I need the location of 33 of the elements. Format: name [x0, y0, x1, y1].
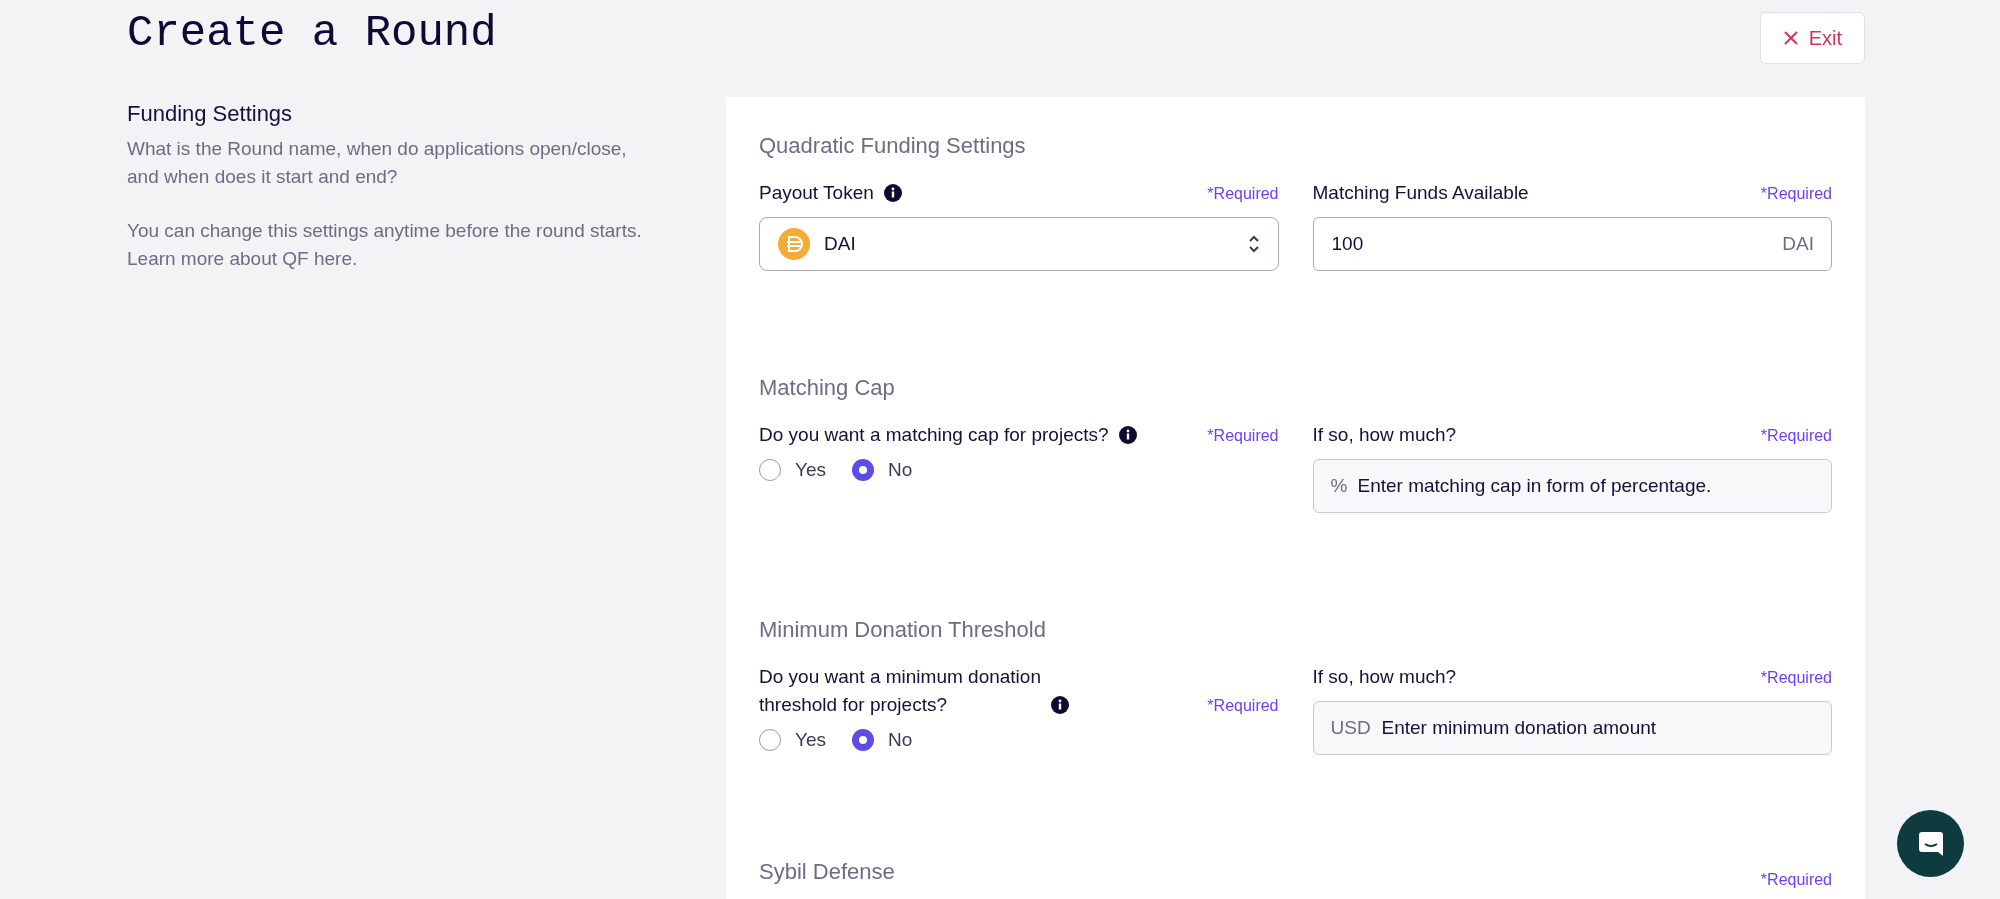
required-note: *Required	[1760, 185, 1832, 204]
section-title: Minimum Donation Threshold	[759, 617, 1046, 643]
field-label: Payout Token	[759, 181, 874, 205]
required-note: *Required	[1760, 871, 1832, 890]
section-title: Sybil Defense	[759, 859, 895, 885]
intro-text: You can change this settings anytime before the round starts. Learn more about QF here.	[127, 219, 643, 271]
chevron-updown-icon	[1247, 234, 1260, 254]
intro-heading: Funding Settings	[127, 101, 294, 127]
field-label: If so, how much?	[1312, 423, 1457, 447]
unit-prefix: %	[1330, 475, 1348, 497]
field-label: If so, how much?	[1312, 665, 1457, 689]
section-title: Matching Cap	[759, 375, 895, 401]
unit-suffix: DAI	[1782, 233, 1814, 255]
radio-option[interactable]: Yes	[759, 459, 826, 481]
required-note: *Required	[1207, 185, 1279, 204]
intro-text: What is the Round name, when do applications open/close, and when does it start and end?	[127, 137, 628, 189]
coin-icon	[778, 228, 810, 260]
field-label: Matching Funds Available	[1312, 181, 1529, 205]
required-note: *Required	[1207, 427, 1279, 446]
close-icon	[1782, 30, 1799, 46]
required-note: *Required	[1207, 697, 1279, 716]
required-note: *Required	[1760, 669, 1832, 688]
required-note: *Required	[1760, 427, 1832, 446]
exit-button[interactable]: Exit	[1759, 12, 1865, 64]
field-label: Do you want a minimum donation threshold for projects?	[759, 665, 1041, 717]
radio-option[interactable]: No	[852, 459, 913, 481]
token-select[interactable]: DAI	[759, 217, 1279, 271]
field-label: Do you want a matching cap for projects?	[759, 423, 1109, 447]
unit-prefix: USD	[1330, 717, 1371, 739]
page-title: Create a Round	[127, 8, 497, 58]
radio-option[interactable]: No	[852, 729, 913, 751]
radio-option[interactable]: Yes	[759, 729, 826, 751]
section-title: Quadratic Funding Settings	[759, 133, 1026, 159]
